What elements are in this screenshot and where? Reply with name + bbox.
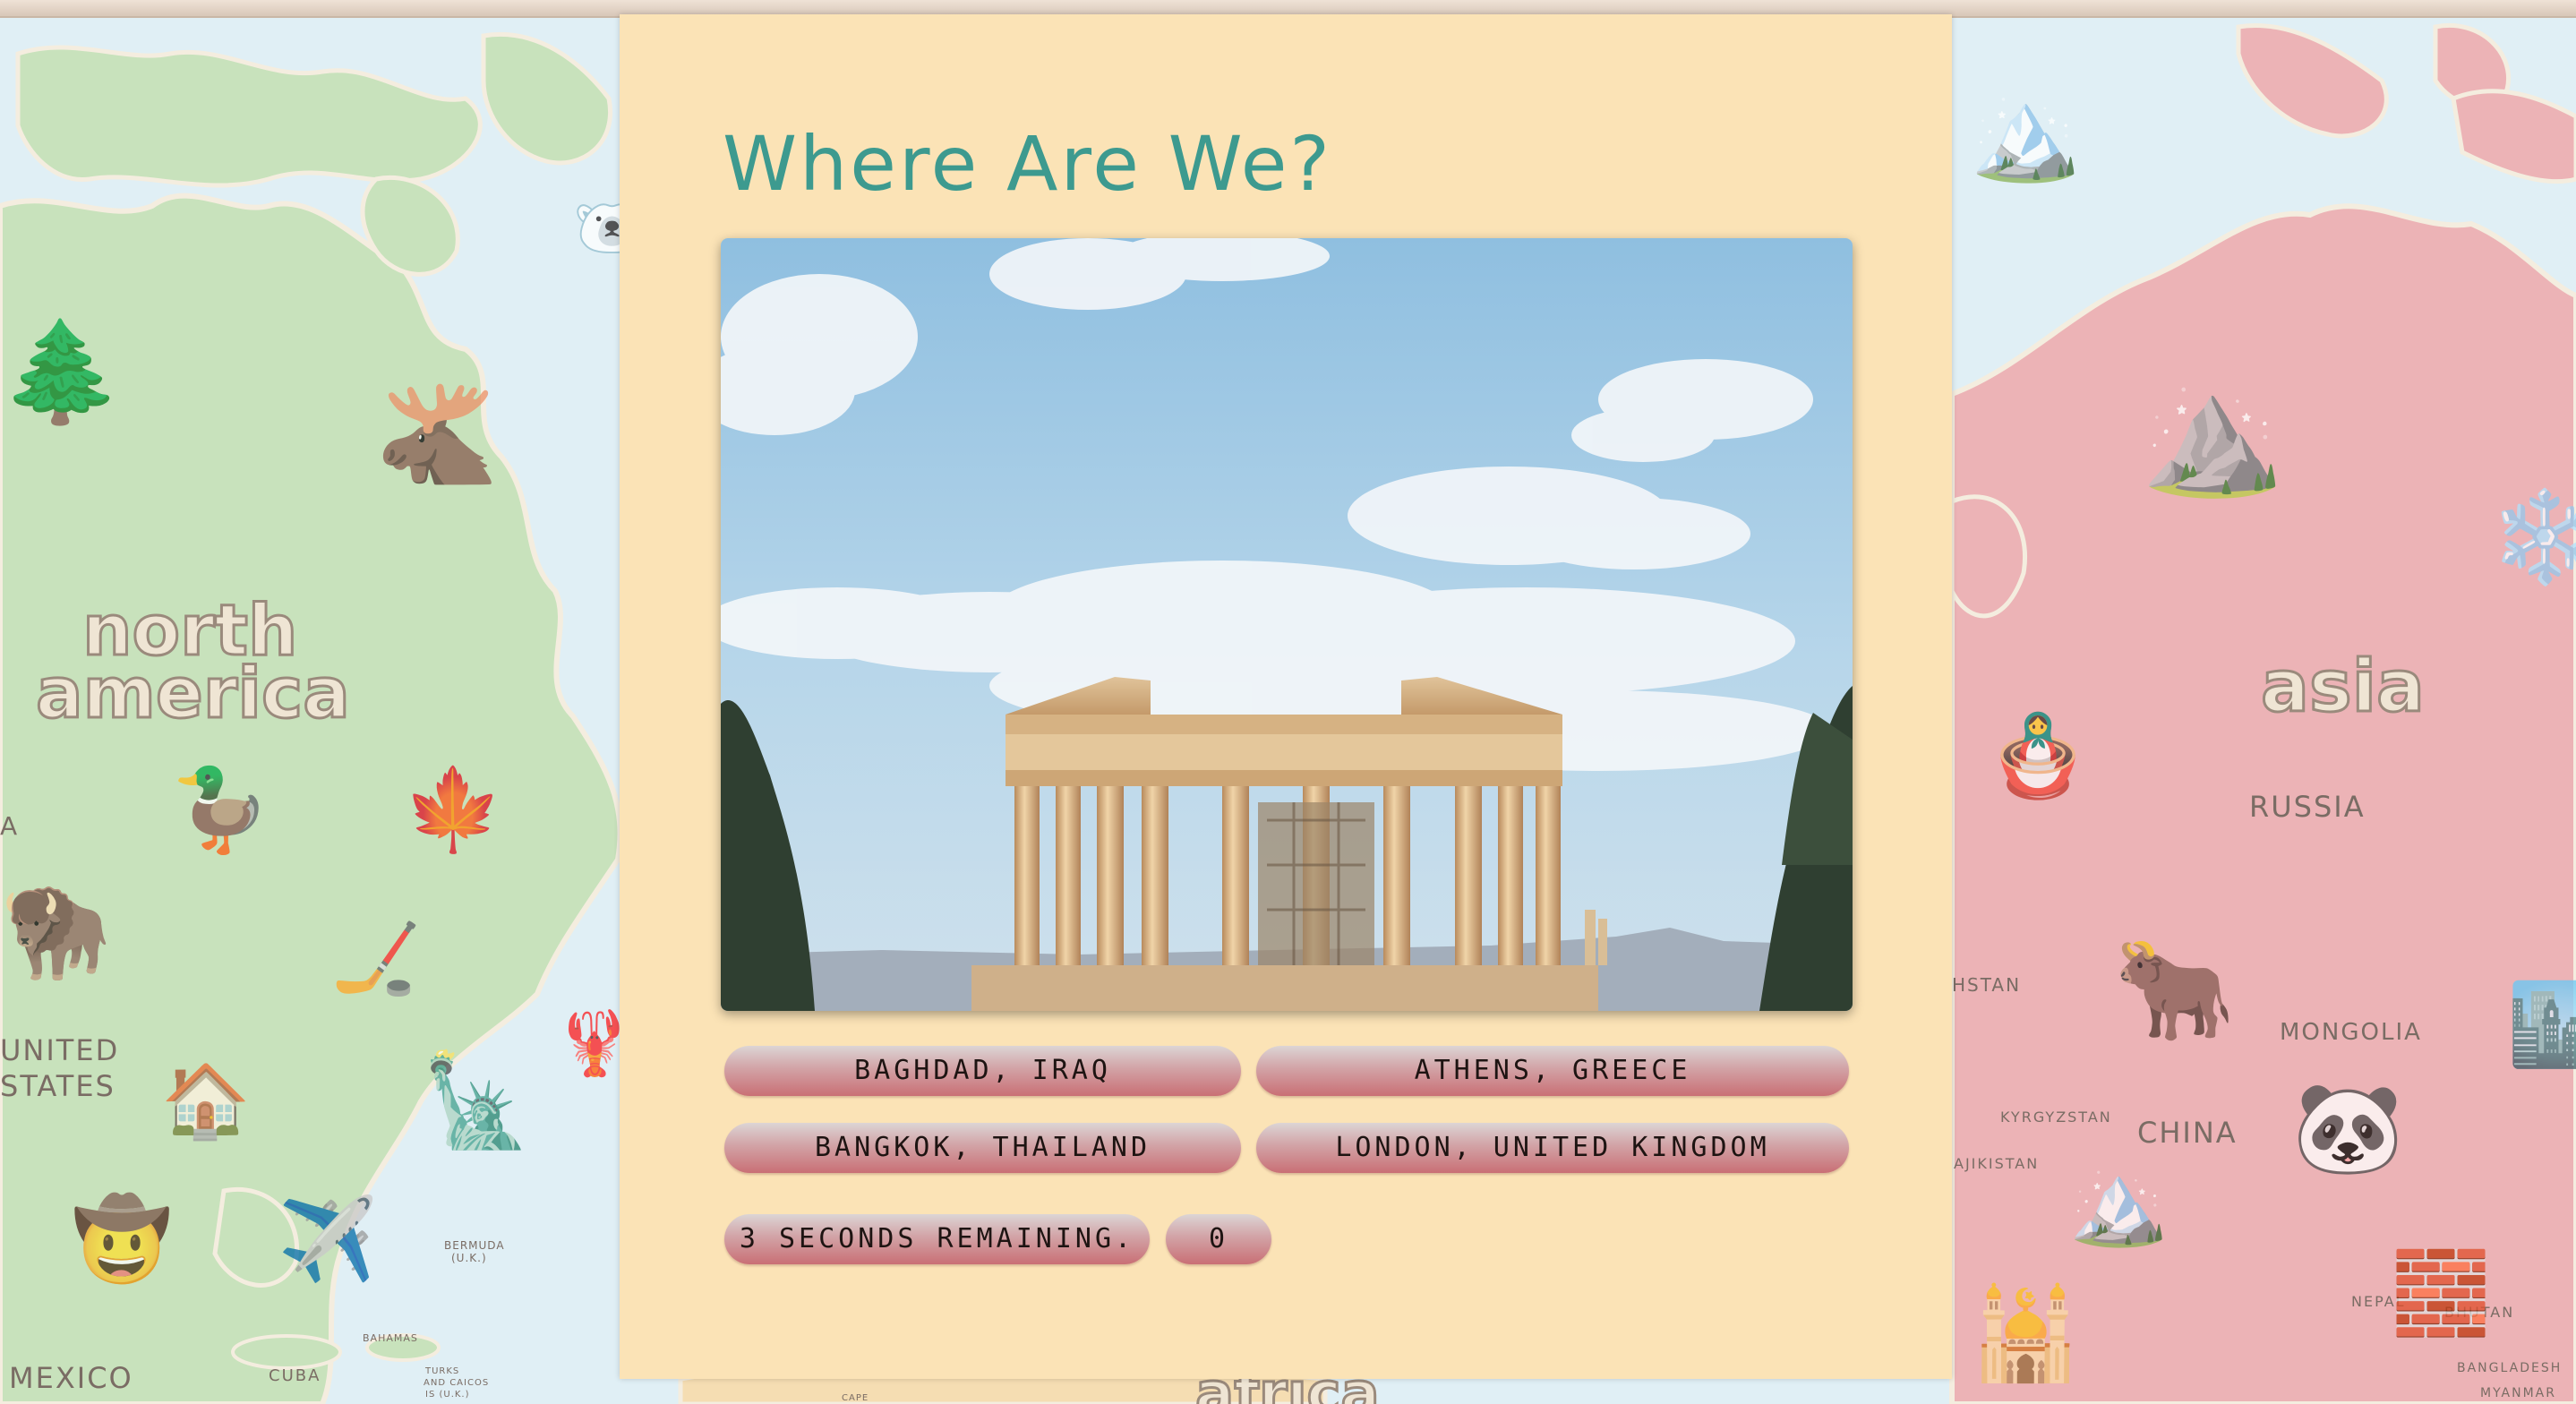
pine-tree-icon: 🌲 [0, 314, 123, 429]
map-label-caicos-uk: IS (U.K.) [425, 1390, 470, 1400]
map-label-bermuda-uk: (U.K.) [451, 1252, 487, 1264]
hockey-stick-icon: 🏒 [331, 916, 421, 999]
bison-icon: 🦬 [0, 878, 112, 983]
answer-option-3[interactable]: Bangkok, Thailand [724, 1123, 1241, 1173]
map-label-cuba: CUBA [269, 1366, 321, 1385]
map-label-asia: asia [2259, 644, 2426, 730]
map-label-america: america [35, 653, 352, 736]
map-label-caicos: AND CAICOS [424, 1378, 490, 1388]
snowflake-icon: ❄️ [2489, 484, 2576, 589]
barn-icon: 🏠 [161, 1059, 251, 1143]
answer-option-2[interactable]: Athens, Greece [1256, 1046, 1849, 1096]
answer-option-1[interactable]: Baghdad, Iraq [724, 1046, 1241, 1096]
map-label-mexico: MEXICO [9, 1361, 133, 1395]
map-label-tajikistan: AJIKISTAN [1954, 1155, 2040, 1172]
map-label-a-partial: A [0, 811, 20, 841]
game-title: Where Are We? [723, 120, 1332, 208]
maple-leaf-icon: 🍁 [403, 763, 504, 857]
airplane-icon: ✈️ [278, 1193, 379, 1287]
map-label-bermuda: BERMUDA [444, 1239, 505, 1252]
map-label-bangladesh: BANGLADESH [2457, 1361, 2563, 1375]
map-label-cape: CAPE [842, 1393, 869, 1403]
moose-icon: 🫎 [376, 377, 499, 492]
matryoshka-dolls-icon: 🪆 [1988, 709, 2089, 803]
city-icon: 🏙️ [2507, 978, 2576, 1072]
countdown-timer: 3 seconds remaining. [724, 1214, 1150, 1264]
map-label-myanmar: MYANMAR [2480, 1386, 2556, 1400]
yak-icon: 🐂 [2113, 932, 2236, 1047]
great-wall-icon: 🧱 [2391, 1246, 2492, 1340]
game-panel: Where Are We? BAGHDAD, IRAQ ATHENS, GREE… [620, 14, 1952, 1379]
cowboy-hat-icon: 🤠 [72, 1193, 173, 1287]
location-photo [721, 238, 1853, 1011]
score-counter: 0 [1166, 1214, 1271, 1264]
map-label-mongolia: MONGOLIA [2280, 1019, 2422, 1046]
map-label-kazakhstan: HSTAN [1952, 974, 2022, 996]
panda-icon: 🐼 [2292, 1075, 2404, 1180]
map-label-states: STATES [0, 1069, 116, 1103]
duck-icon: 🦆 [170, 763, 271, 857]
statue-of-liberty-icon: 🗽 [421, 1049, 533, 1153]
mountains-icon: ⛰️ [2140, 366, 2285, 502]
mountain-icon: 🏔️ [2068, 1157, 2169, 1251]
taj-mahal-icon: 🕌 [1970, 1281, 2082, 1386]
map-label-united: UNITED [0, 1033, 120, 1067]
map-label-turks: TURKS [425, 1366, 460, 1376]
map-label-kyrgyzstan: KYRGYZSTAN [2000, 1109, 2112, 1126]
map-label-bahamas: BAHAMAS [363, 1332, 418, 1344]
snowy-mountain-icon: 🏔️ [1970, 81, 2082, 186]
map-label-china: CHINA [2137, 1116, 2238, 1150]
map-label-russia: RUSSIA [2249, 790, 2366, 824]
answer-option-4[interactable]: London, United Kingdom [1256, 1123, 1849, 1173]
